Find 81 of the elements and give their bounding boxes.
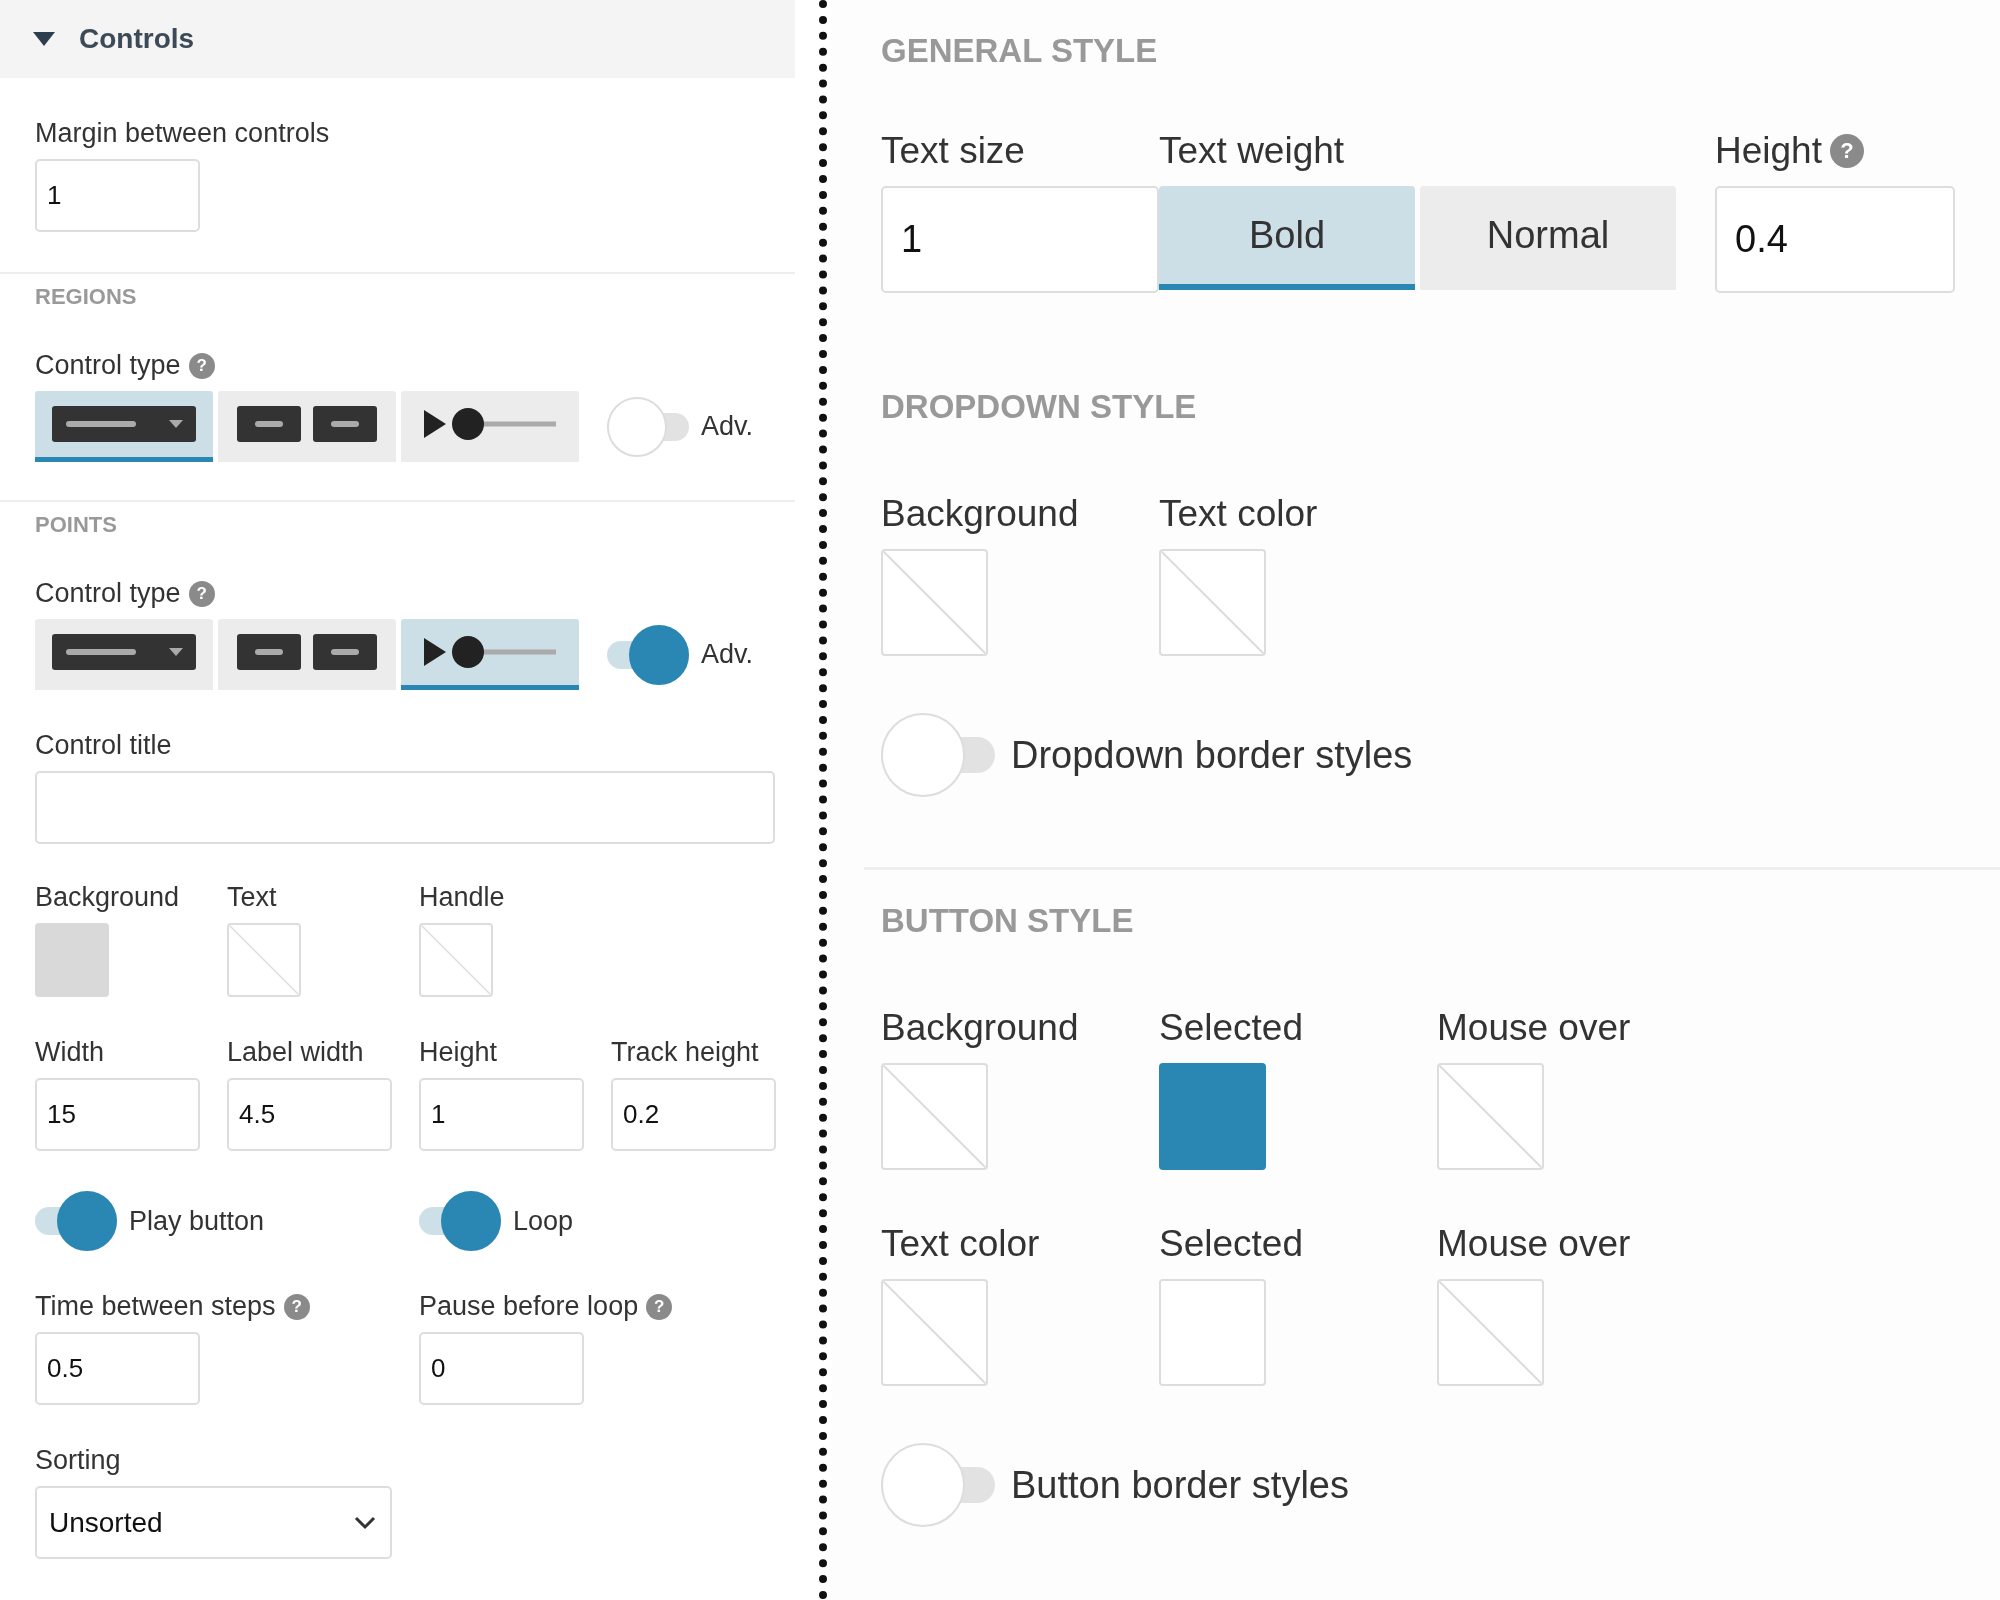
toggle-switch[interactable] (607, 624, 689, 685)
color-swatch[interactable] (1159, 1063, 1266, 1170)
color-swatch[interactable] (1159, 549, 1266, 656)
text-field[interactable]: 0.2 (611, 1078, 776, 1151)
color-swatch[interactable] (35, 923, 109, 997)
field-label: Height (1715, 130, 1822, 172)
text-field[interactable]: 0.5 (35, 1332, 200, 1405)
sorting-dropdown[interactable]: Unsorted (35, 1486, 392, 1559)
color-swatch[interactable] (881, 1063, 988, 1170)
slider-control-icon (424, 406, 556, 442)
toggle-label: Loop (513, 1205, 574, 1237)
field-label: Background (881, 493, 1080, 535)
section-heading: POINTS (35, 511, 118, 538)
dropdown-control-icon (52, 634, 196, 670)
control-type-option[interactable] (218, 391, 396, 462)
color-swatch[interactable] (227, 923, 301, 997)
color-swatch[interactable] (419, 923, 493, 997)
text-field[interactable]: 1 (419, 1078, 584, 1151)
text-field[interactable]: 4.5 (227, 1078, 392, 1151)
field-label: Pause before loop (419, 1291, 639, 1322)
chevron-down-icon (354, 1515, 376, 1530)
text-field[interactable] (35, 771, 775, 844)
field-label: Control type (35, 578, 181, 609)
field-label: Sorting (35, 1445, 121, 1476)
control-type-option[interactable] (218, 619, 396, 690)
toggle-switch[interactable] (35, 1191, 117, 1251)
buttons-control-icon (237, 406, 377, 442)
buttons-control-icon (237, 634, 377, 670)
text-field[interactable]: 0 (419, 1332, 584, 1405)
field-label: Control type (35, 350, 181, 381)
field-label: Text size (881, 130, 1025, 172)
field-label: Selected (1159, 1223, 1304, 1265)
field-label: Text color (1159, 493, 1319, 535)
text-field[interactable]: 0.4 (1715, 186, 1955, 293)
text-field[interactable]: 1 (35, 159, 200, 232)
field-label: Selected (1159, 1007, 1304, 1049)
toggle-switch[interactable] (881, 713, 995, 797)
field-label: Background (35, 882, 181, 913)
color-swatch[interactable] (1437, 1279, 1544, 1386)
control-type-option[interactable] (35, 619, 213, 690)
dropdown-control-icon (52, 406, 196, 442)
section-heading: DROPDOWN STYLE (881, 387, 1198, 426)
toggle-switch[interactable] (419, 1191, 501, 1251)
panel-title: Controls (79, 23, 195, 55)
text-weight-option[interactable]: Bold (1159, 186, 1415, 290)
color-swatch[interactable] (881, 1279, 988, 1386)
text-weight-option[interactable]: Normal (1420, 186, 1676, 290)
toggle-label: Play button (129, 1205, 265, 1237)
color-swatch[interactable] (881, 549, 988, 656)
text-field[interactable]: 1 (881, 186, 1159, 293)
field-label: Time between steps (35, 1291, 276, 1322)
field-label: Margin between controls (35, 118, 330, 149)
field-label: Control title (35, 730, 172, 761)
field-label: Text (227, 882, 278, 913)
field-label: Mouse over (1437, 1007, 1632, 1049)
field-label: Width (35, 1037, 105, 1068)
toggle-label: Dropdown border styles (1011, 733, 1413, 777)
color-swatch[interactable] (1437, 1063, 1544, 1170)
toggle-switch[interactable] (607, 396, 689, 457)
field-label: Text color (881, 1223, 1041, 1265)
toggle-label: Adv. (701, 411, 754, 442)
section-heading: GENERAL STYLE (881, 31, 1159, 70)
control-type-option[interactable] (35, 391, 213, 462)
toggle-label: Adv. (701, 639, 754, 670)
color-swatch[interactable] (1159, 1279, 1266, 1386)
panel-header[interactable]: Controls (0, 0, 795, 78)
field-label: Text weight (1159, 130, 1345, 172)
text-field[interactable]: 15 (35, 1078, 200, 1151)
toggle-label: Button border styles (1011, 1463, 1349, 1507)
slider-control-icon (424, 634, 556, 670)
field-label: Label width (227, 1037, 364, 1068)
field-label: Background (881, 1007, 1080, 1049)
control-type-option[interactable] (401, 619, 579, 690)
toggle-switch[interactable] (881, 1443, 995, 1527)
field-label: Height (419, 1037, 498, 1068)
field-label: Track height (611, 1037, 759, 1068)
field-label: Mouse over (1437, 1223, 1632, 1265)
section-heading: BUTTON STYLE (881, 901, 1135, 940)
section-heading: REGIONS (35, 283, 138, 310)
field-label: Handle (419, 882, 506, 913)
control-type-option[interactable] (401, 391, 579, 462)
